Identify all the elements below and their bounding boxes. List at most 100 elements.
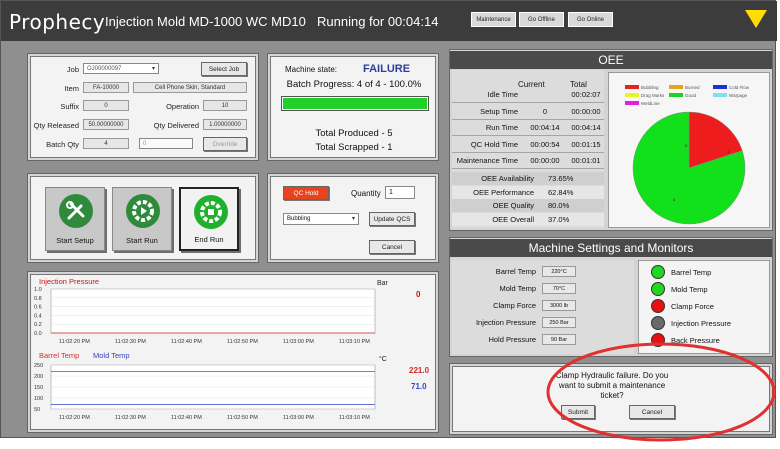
chart-y-tick: 200 [34, 374, 43, 380]
oee-metric-value: 62.84% [548, 187, 574, 197]
charts-panel-inner: Injection Pressure 1.0 0.8 0.6 0.4 0.2 0.0 11:0… [30, 274, 436, 430]
chart-x-tick: 11:02:20 PM [59, 339, 90, 345]
status-indicator-icon [651, 282, 665, 296]
legend-barrel-temp: Barrel Temp [39, 351, 79, 360]
barrel-temp-current: 221.0 [409, 366, 430, 375]
setting-value: 250 Bar [542, 317, 576, 328]
job-select[interactable]: OJ00000097 ▾ [83, 63, 159, 74]
oee-table: Current Total Idle Time 00:02:07 Setup Tim… [452, 70, 604, 228]
oee-row-divider [452, 151, 604, 153]
chart-x-tick: 11:02:30 PM [115, 339, 146, 345]
chart-plot-area [50, 288, 376, 334]
gear-play-icon [126, 194, 160, 228]
quantity-input[interactable]: 1 [385, 186, 415, 199]
oee-row-total: 00:01:15 [571, 139, 601, 149]
chart-y-tick: 150 [34, 385, 43, 391]
select-job-button[interactable]: Select Job [201, 62, 247, 76]
oee-metric-label: OEE Availability [481, 174, 534, 183]
start-run-button[interactable]: Start Run [112, 187, 172, 251]
start-setup-button[interactable]: Start Setup [45, 187, 105, 251]
oee-col-current: Current [518, 80, 545, 89]
qc-hold-button[interactable]: QC Hold [283, 186, 329, 200]
chart-x-tick: 11:02:30 PM [115, 415, 146, 421]
pie-legend-swatch [713, 85, 727, 89]
chart-x-tick: 11:02:20 PM [59, 415, 90, 421]
operation-value: 10 [203, 100, 247, 111]
chart-unit: Bar [377, 280, 389, 287]
oee-row-current: 00:04:14 [530, 123, 560, 132]
oee-row-total: 00:04:14 [571, 123, 601, 132]
end-run-button[interactable]: End Run [179, 187, 239, 251]
pie-legend-label: Cold Flow [729, 85, 750, 90]
chart-x-tick: 11:03:00 PM [283, 415, 314, 421]
qc-reason-select[interactable]: Bubbling ▾ [283, 213, 359, 225]
warning-triangle-icon[interactable] [745, 10, 767, 28]
pie-legend-label: Drag Marks [641, 93, 665, 98]
qc-cancel-button[interactable]: Cancel [369, 240, 415, 254]
qty-delivered-label: Qty Delivered [153, 121, 199, 130]
item-description: Cell Phone Skin, Standard [133, 82, 247, 93]
settings-panel: Machine Settings and Monitors Barrel Tem… [449, 237, 773, 357]
machine-state-panel: Machine state: FAILURE Batch Progress: 4… [267, 53, 439, 161]
chart-y-tick: 0.8 [34, 296, 42, 302]
mold-temp-current: 71.0 [411, 382, 427, 391]
batch-progress-text: Batch Progress: 4 of 4 - 100.0% [286, 79, 422, 90]
chart-x-tick: 11:03:10 PM [339, 339, 370, 345]
oee-metric-value: 73.65% [548, 174, 574, 183]
oee-metric-label: OEE Quality [492, 201, 534, 210]
oee-row-label: Maintenance Time [456, 156, 518, 165]
operation-label: Operation [166, 102, 199, 111]
highlight-ellipse [546, 342, 776, 442]
go-offline-button[interactable]: Go Offline [519, 12, 564, 27]
machine-state-value: FAILURE [363, 63, 411, 75]
override-button[interactable]: Override [203, 137, 247, 151]
chart-unit: °C [379, 355, 387, 363]
brand-logo: Prophecy [9, 10, 106, 34]
end-run-label: End Run [194, 235, 224, 244]
setting-label: Barrel Temp [495, 267, 536, 276]
batch-qty-input[interactable]: 0 [139, 138, 193, 149]
job-panel: Job OJ00000097 ▾ Select Job Item FA-1000… [27, 53, 259, 161]
pie-legend-swatch [625, 93, 639, 97]
go-online-button[interactable]: Go Online [568, 12, 613, 27]
gear-stop-icon [194, 195, 228, 229]
chart-y-tick: 0.6 [34, 305, 42, 311]
oee-title: OEE [450, 51, 772, 69]
running-time: Running for 00:04:14 [317, 14, 439, 29]
total-scrapped: Total Scrapped - 1 [315, 142, 393, 153]
oee-row-total: 00:00:00 [571, 106, 601, 116]
oee-row-divider [452, 102, 604, 103]
update-qcs-button[interactable]: Update QCS [369, 212, 415, 226]
qty-released-value: 50.00000000 [83, 119, 129, 130]
monitor-label: Barrel Temp [671, 268, 712, 277]
setting-label: Clamp Force [493, 301, 536, 310]
qc-panel: QC Hold Quantity 1 Bubbling ▾ Update QCS… [267, 173, 439, 263]
oee-row-divider [452, 135, 604, 136]
chart-y-tick: 0.0 [34, 331, 42, 337]
oee-row-divider [452, 168, 604, 169]
oee-metric-value: 80.0% [548, 201, 570, 210]
oee-row-current: 0 [542, 106, 548, 116]
item-value: FA-10000 [83, 82, 129, 93]
chevron-down-icon: ▾ [351, 216, 355, 222]
machine-state-inner: Machine state: FAILURE Batch Progress: 4… [270, 56, 436, 158]
suffix-label: Suffix [60, 102, 79, 111]
machine-title: Injection Mold MD-1000 WC MD10 [105, 14, 306, 29]
setting-label: Injection Pressure [475, 318, 536, 327]
chart-y-tick: 250 [34, 363, 43, 369]
batch-progress-fill [283, 98, 427, 109]
maintenance-button[interactable]: Maintenance [471, 12, 516, 27]
pie-legend-swatch [669, 85, 683, 89]
start-setup-label: Start Setup [56, 236, 94, 245]
qty-released-label: Qty Released [33, 121, 79, 130]
defect-pie-area: Bubbling Burned Cold Flow Drag Marks Good War… [608, 72, 770, 228]
chart-x-tick: 11:03:00 PM [283, 339, 314, 345]
chart-title: Injection Pressure [39, 277, 99, 286]
chart-y-tick: 1.0 [34, 287, 42, 293]
job-label: Job [66, 65, 79, 74]
status-indicator-icon [651, 265, 665, 279]
defect-pie-chart: Bubbling Burned Cold Flow Drag Marks Good War… [625, 85, 750, 225]
item-label: Item [64, 84, 79, 93]
pie-legend-swatch [713, 93, 727, 97]
quantity-label: Quantity [351, 189, 381, 198]
